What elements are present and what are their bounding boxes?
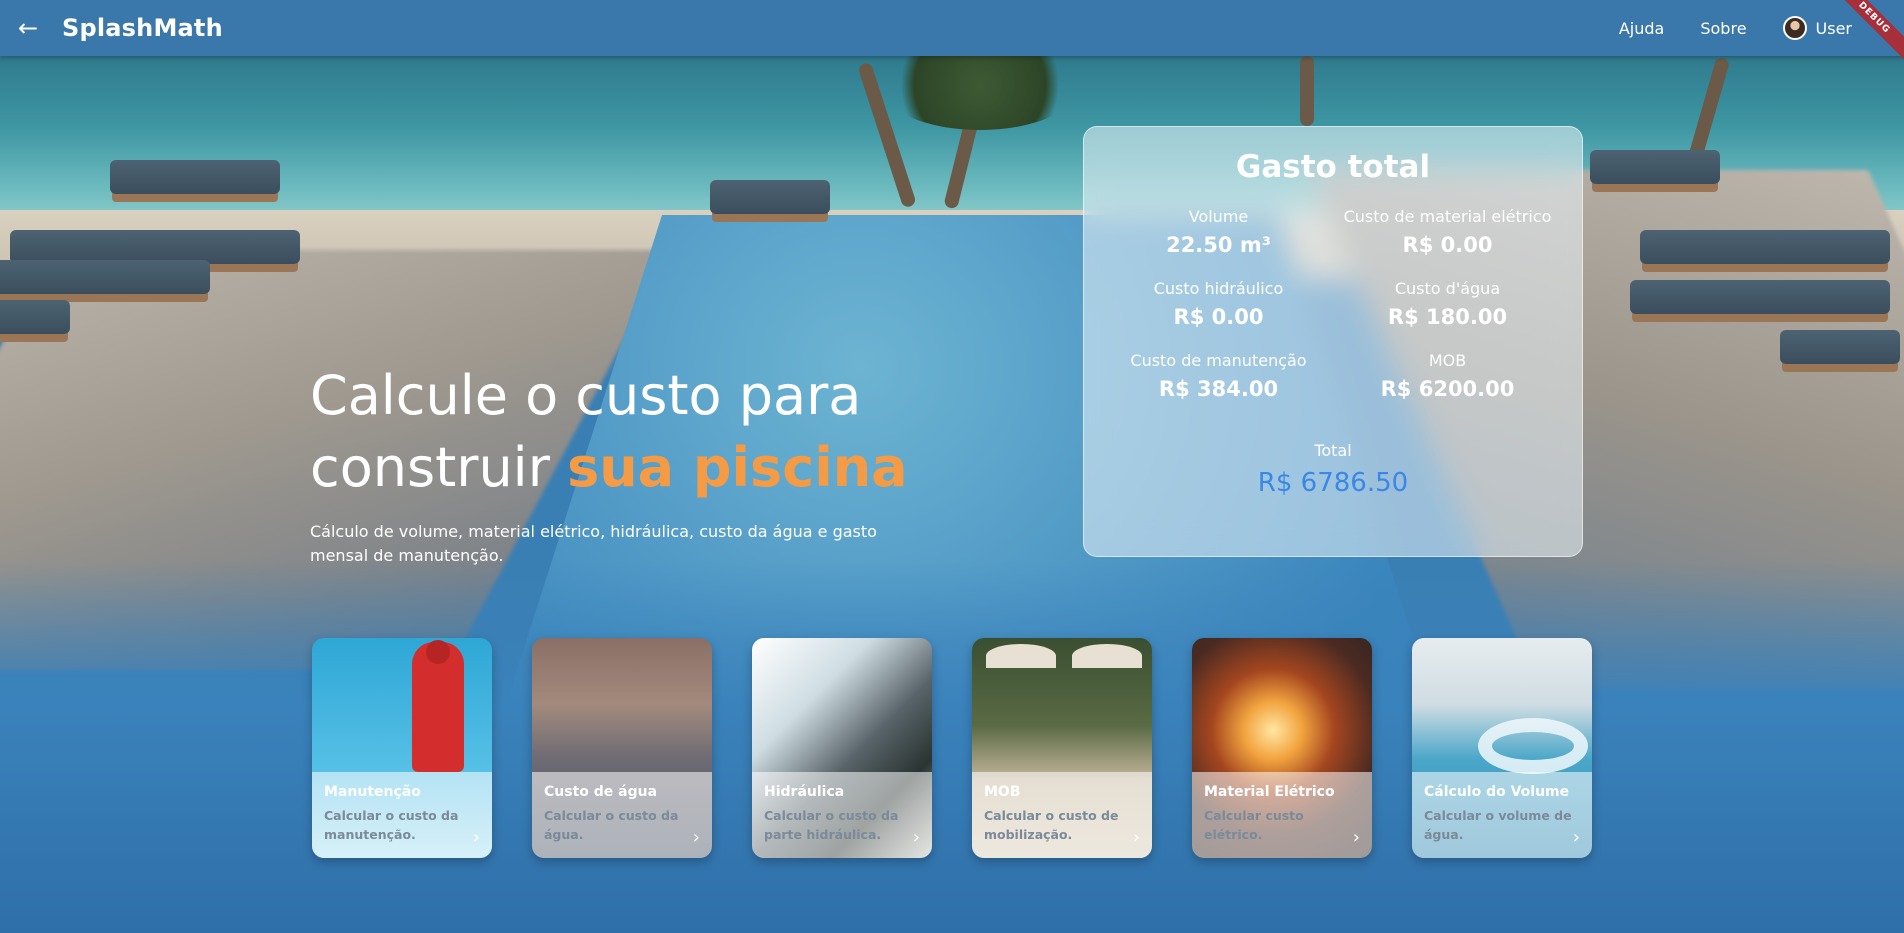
palm-trunk <box>1300 56 1314 126</box>
total-cost-card: Gasto total Volume 22.50 m³ Custo de mat… <box>1083 126 1583 557</box>
card-body: Material Elétrico Calcular custo elétric… <box>1192 772 1372 858</box>
hero-title-line2: construir <box>310 436 568 499</box>
top-app-bar: ← SplashMath Ajuda Sobre User <box>0 0 1904 56</box>
lounger <box>1590 150 1720 184</box>
card-description: Calcular o custo da parte hidráulica. <box>764 808 899 842</box>
stat-label: Custo de material elétrico <box>1343 207 1552 226</box>
card-body: Hidráulica Calcular o custo da parte hid… <box>752 772 932 858</box>
stat-maintenance-cost: Custo de manutenção R$ 384.00 <box>1104 351 1333 401</box>
lounger <box>1780 330 1900 364</box>
card-material-eletrico[interactable]: Material Elétrico Calcular custo elétric… <box>1192 638 1372 858</box>
card-body: Custo de água Calcular o custo da água. … <box>532 772 712 858</box>
card-title: Material Elétrico <box>1204 784 1335 800</box>
calculator-cards: Manutenção Calcular o custo da manutençã… <box>312 638 1592 858</box>
stat-label: Custo hidráulico <box>1153 279 1284 298</box>
stat-hydraulic-cost: Custo hidráulico R$ 0.00 <box>1104 279 1333 329</box>
stat-water-cost: Custo d'água R$ 180.00 <box>1333 279 1562 329</box>
card-description: Calcular custo elétrico. <box>1204 808 1304 842</box>
user-label: User <box>1815 18 1852 38</box>
cost-stats-grid: Volume 22.50 m³ Custo de material elétri… <box>1084 207 1582 401</box>
stat-volume: Volume 22.50 m³ <box>1104 207 1333 257</box>
lounger <box>0 300 70 334</box>
stat-value: R$ 6200.00 <box>1380 377 1515 401</box>
stat-value: R$ 384.00 <box>1158 377 1279 401</box>
card-description: Calcular o custo da água. <box>544 808 679 842</box>
hero-section: Calcule o custo para construir sua pisci… <box>310 360 930 568</box>
brand-logo[interactable]: SplashMath <box>62 14 223 42</box>
lounger <box>0 260 210 294</box>
card-calculo-volume[interactable]: Cálculo do Volume Calcular o volume de á… <box>1412 638 1592 858</box>
hero-title-line1: Calcule o custo para <box>310 364 862 427</box>
card-body: Cálculo do Volume Calcular o volume de á… <box>1412 772 1592 858</box>
top-nav: Ajuda Sobre User <box>1619 16 1904 40</box>
card-custo-agua[interactable]: Custo de água Calcular o custo da água. … <box>532 638 712 858</box>
lounger <box>710 180 830 214</box>
total-label: Total <box>1314 441 1352 460</box>
hero-title: Calcule o custo para construir sua pisci… <box>310 360 930 504</box>
stat-value: R$ 0.00 <box>1402 233 1493 257</box>
avatar <box>1782 16 1807 40</box>
stat-label: Custo de manutenção <box>1130 351 1307 370</box>
stat-mob-cost: MOB R$ 6200.00 <box>1333 351 1562 401</box>
card-title: Cálculo do Volume <box>1424 784 1570 800</box>
stat-value: 22.50 m³ <box>1166 233 1271 257</box>
stat-value: R$ 180.00 <box>1387 305 1508 329</box>
hero-title-accent: sua piscina <box>567 436 908 499</box>
card-manutencao[interactable]: Manutenção Calcular o custo da manutençã… <box>312 638 492 858</box>
stat-value: R$ 0.00 <box>1173 305 1264 329</box>
card-description: Calcular o volume de água. <box>1424 808 1572 842</box>
hero-subtitle: Cálculo de volume, material elétrico, hi… <box>310 522 877 565</box>
lounger <box>1630 280 1890 314</box>
card-title: Custo de água <box>544 784 658 800</box>
total-cost-title: Gasto total <box>1235 149 1431 185</box>
stat-electrical-cost: Custo de material elétrico R$ 0.00 <box>1333 207 1562 257</box>
arrow-left-icon: ← <box>17 14 39 42</box>
card-description: Calcular o custo de mobilização. <box>984 808 1119 842</box>
back-button[interactable]: ← <box>0 0 56 56</box>
chevron-right-icon: › <box>1572 827 1580 848</box>
total-value: R$ 6786.50 <box>1257 468 1409 498</box>
card-description: Calcular o custo da manutenção. <box>324 808 459 842</box>
card-title: Hidráulica <box>764 784 845 800</box>
lounger <box>1640 230 1890 264</box>
card-body: MOB Calcular o custo de mobilização. › <box>972 772 1152 858</box>
nav-sobre[interactable]: Sobre <box>1700 19 1746 38</box>
lounger <box>10 230 300 264</box>
card-title: MOB <box>984 784 1021 800</box>
stat-label: Volume <box>1188 207 1249 226</box>
total-block: Total R$ 6786.50 <box>1084 441 1582 498</box>
chevron-right-icon: › <box>472 827 480 848</box>
chevron-right-icon: › <box>692 827 700 848</box>
card-title: Manutenção <box>324 784 421 800</box>
chevron-right-icon: › <box>1352 827 1360 848</box>
lounger <box>110 160 280 194</box>
user-menu[interactable]: User <box>1782 16 1852 40</box>
nav-ajuda[interactable]: Ajuda <box>1619 19 1665 38</box>
card-mob[interactable]: MOB Calcular o custo de mobilização. › <box>972 638 1152 858</box>
chevron-right-icon: › <box>912 827 920 848</box>
chevron-right-icon: › <box>1132 827 1140 848</box>
card-hidraulica[interactable]: Hidráulica Calcular o custo da parte hid… <box>752 638 932 858</box>
stat-label: Custo d'água <box>1394 279 1501 298</box>
stat-label: MOB <box>1428 351 1467 370</box>
card-body: Manutenção Calcular o custo da manutençã… <box>312 772 492 858</box>
